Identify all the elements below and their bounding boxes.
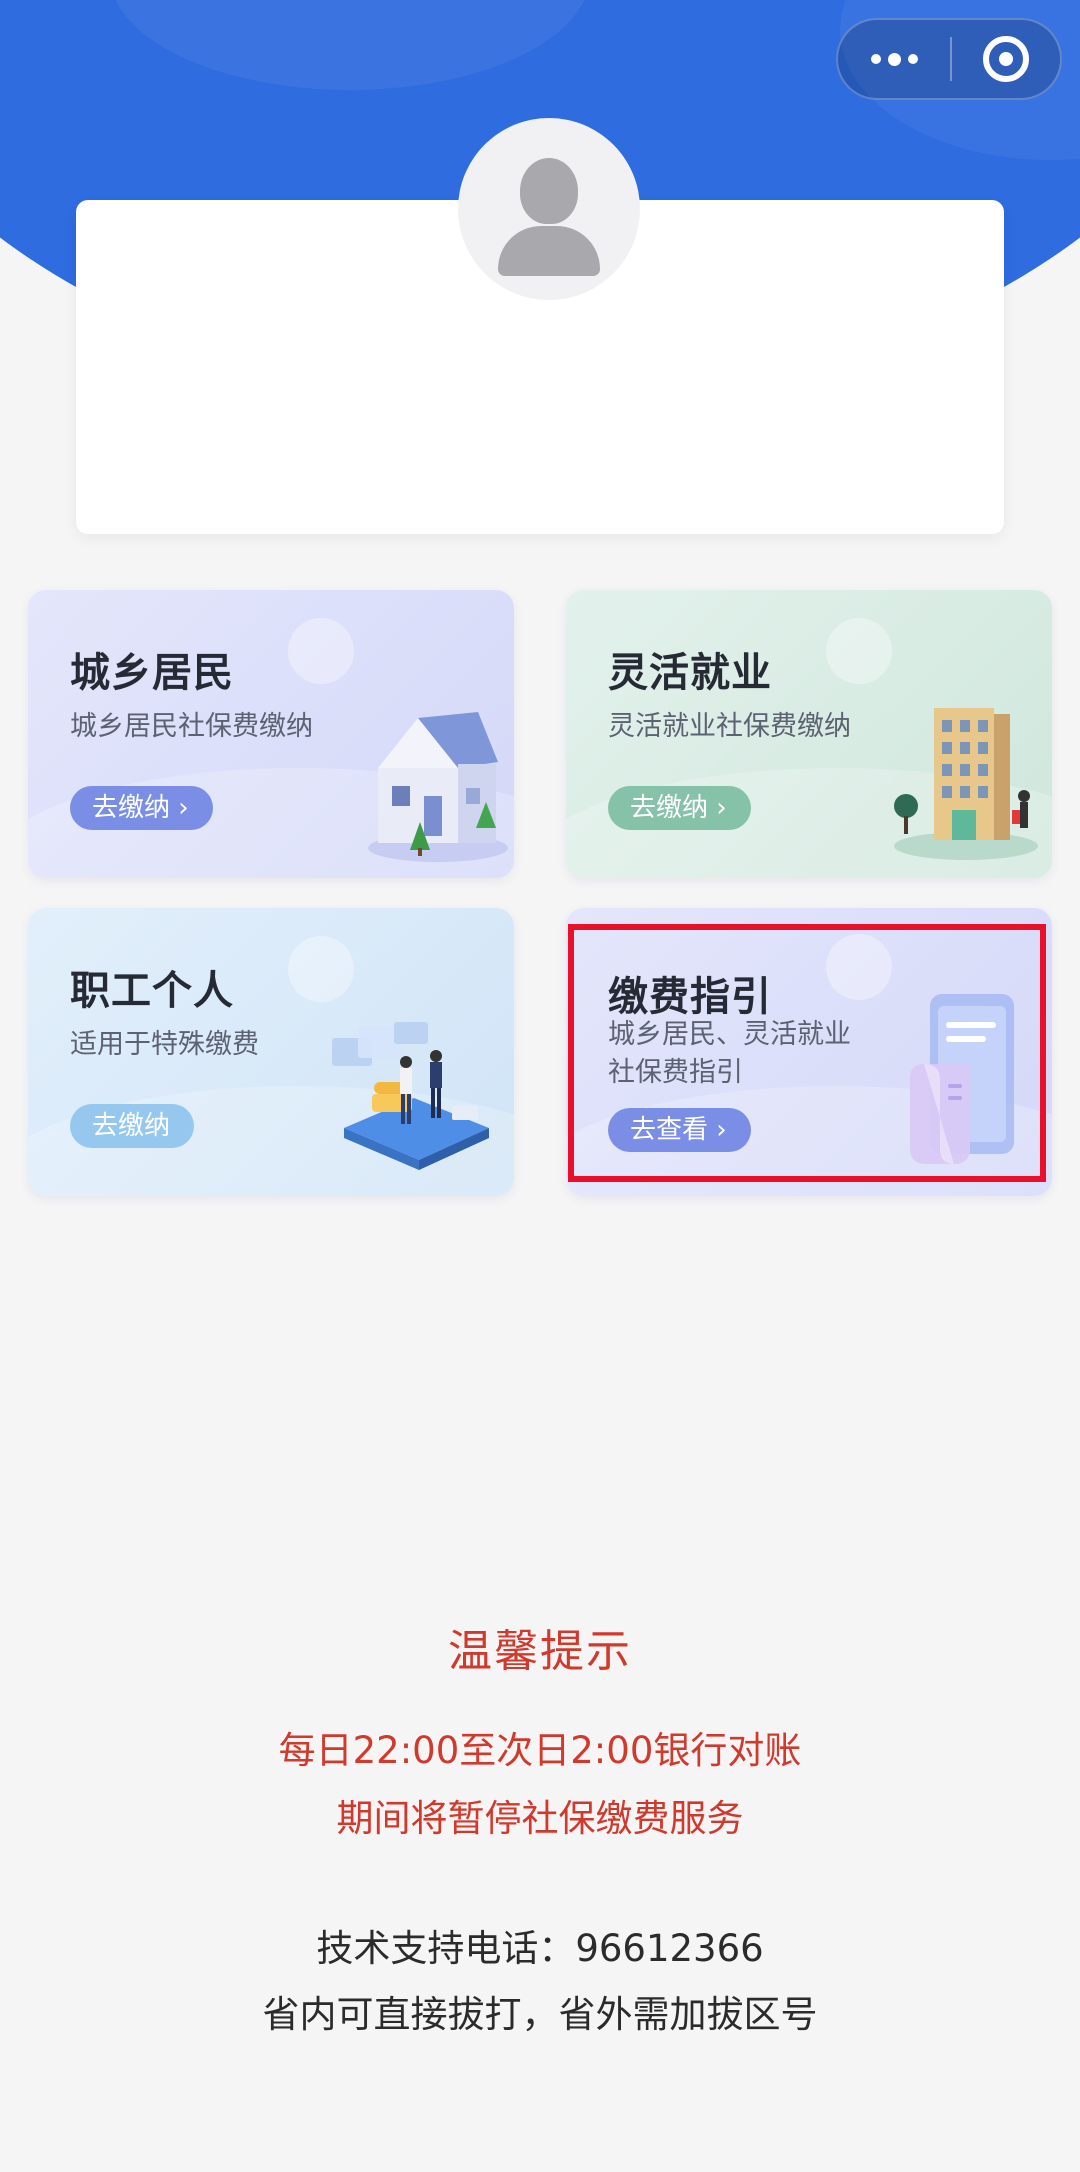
card-subtitle: 灵活就业社保费缴纳: [608, 711, 851, 742]
card-subtitle: 适用于特殊缴费: [70, 1029, 259, 1060]
office-workers-icon: [332, 1022, 489, 1170]
target-close-icon[interactable]: [952, 20, 1060, 98]
support-phone: 技术支持电话：96612366: [316, 1927, 764, 1970]
card-decoration: [288, 618, 354, 684]
header-decoration: [110, 0, 590, 90]
service-card-flexible-employment[interactable]: 灵活就业 灵活就业社保费缴纳 去缴纳 ›: [566, 590, 1052, 878]
pay-button[interactable]: 去缴纳: [70, 1104, 195, 1148]
card-subtitle: 城乡居民社保费缴纳: [70, 711, 313, 742]
card-decoration: [826, 618, 892, 684]
notice-title: 温馨提示: [448, 1626, 632, 1677]
pay-button[interactable]: 去缴纳 ›: [70, 786, 213, 830]
miniprogram-capsule: [836, 18, 1062, 100]
service-card-rural-residents[interactable]: 城乡居民 城乡居民社保费缴纳 去缴纳 ›: [28, 590, 514, 878]
house-icon: [368, 712, 508, 862]
highlight-box: [568, 924, 1046, 1182]
building-icon: [894, 708, 1038, 860]
notice-line: 每日22:00至次日2:00银行对账: [278, 1729, 802, 1772]
notice-line: 期间将暂停社保缴费服务: [336, 1797, 744, 1840]
more-dots-icon[interactable]: [838, 20, 950, 98]
pay-button[interactable]: 去缴纳 ›: [608, 786, 751, 830]
card-decoration: [288, 936, 354, 1002]
default-user-icon[interactable]: [458, 118, 640, 300]
card-title: 城乡居民: [70, 650, 234, 696]
page: 城乡居民 城乡居民社保费缴纳 去缴纳 › 灵活就业 灵活就业社保费缴纳 去缴纳 …: [0, 0, 1080, 2172]
card-title: 职工个人: [70, 968, 234, 1014]
service-card-individual-employee[interactable]: 职工个人 适用于特殊缴费 去缴纳: [28, 908, 514, 1196]
card-title: 灵活就业: [608, 650, 772, 696]
dial-note: 省内可直接拔打，省外需加拔区号: [262, 1993, 818, 2036]
